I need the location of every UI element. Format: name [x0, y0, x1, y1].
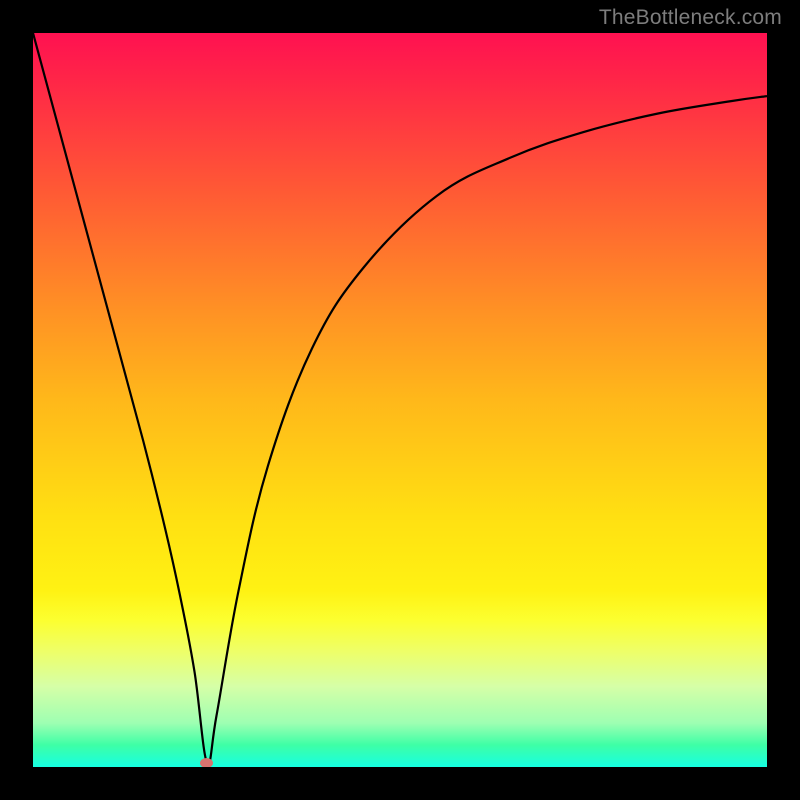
watermark-text: TheBottleneck.com: [599, 6, 782, 30]
curve-path: [33, 33, 767, 764]
chart-frame: TheBottleneck.com: [0, 0, 800, 800]
plot-area: [33, 33, 767, 767]
minimum-marker: [200, 758, 213, 767]
bottleneck-curve: [33, 33, 767, 767]
